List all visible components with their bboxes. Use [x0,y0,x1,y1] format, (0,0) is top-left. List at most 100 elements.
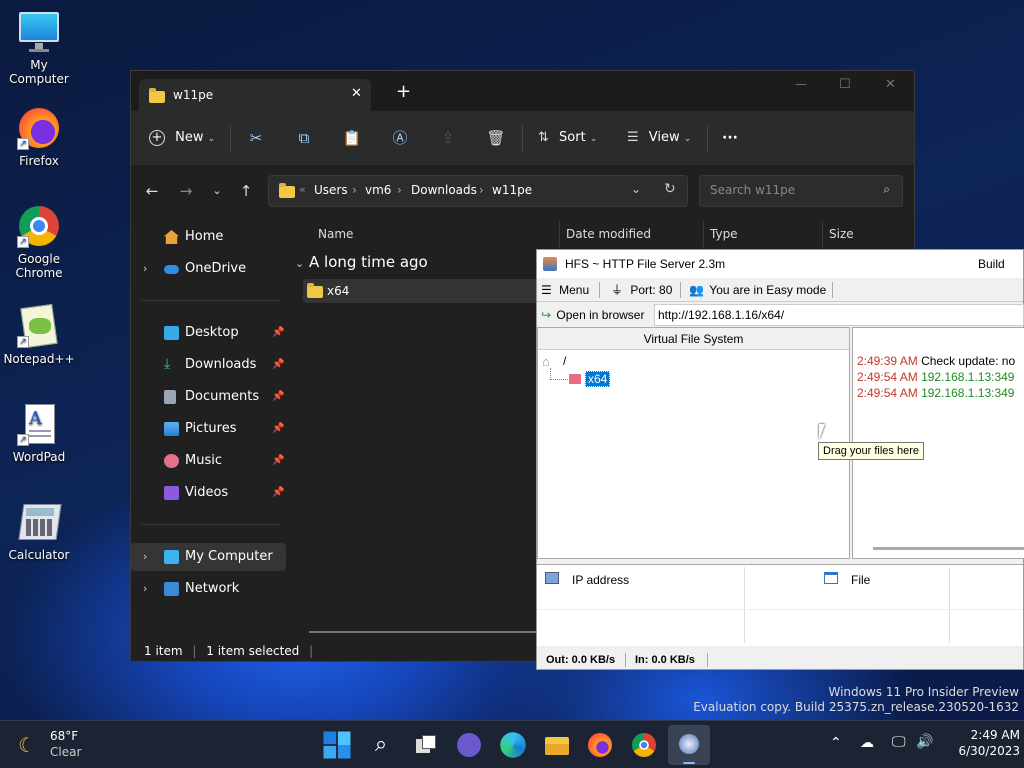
volume-icon[interactable]: 🔊 [916,734,933,750]
search-icon[interactable]: ⌕ [366,730,396,760]
horizontal-scrollbar[interactable] [309,631,539,633]
hfs-mode-button[interactable]: 👥 You are in Easy mode [689,278,826,302]
new-tab-button[interactable]: + [396,83,411,101]
firefox-icon: ↗ [17,106,61,150]
pin-icon[interactable]: 📌 [272,447,284,475]
sidebar-item-onedrive[interactable]: › OneDrive [131,255,286,283]
address-bar[interactable]: « Users › vm6 › Downloads › w11pe ⌄ ↻ [268,175,688,207]
view-button[interactable]: ☰ View ⌄ [627,125,697,151]
desktop-icon-calculator[interactable]: Calculator [0,500,78,562]
sidebar-item-network[interactable]: › Network [131,575,286,603]
group-header[interactable]: ⌄ A long time ago [295,253,428,271]
sidebar-item-home[interactable]: Home [131,223,286,251]
sidebar-item-documents[interactable]: Documents 📌 [131,383,286,411]
file-explorer-icon[interactable] [542,730,572,760]
expand-chevron-icon[interactable]: › [143,543,147,571]
column-header-date[interactable]: Date modified [566,221,651,247]
desktop-icon-firefox[interactable]: ↗ Firefox [0,106,78,168]
desktop-icon-label: Firefox [19,154,59,168]
maximize-button[interactable]: ☐ [839,77,851,92]
back-arrow-icon[interactable]: ← [140,179,164,203]
delete-icon[interactable]: 🗑 [486,128,506,148]
teams-chat-icon[interactable] [457,733,481,757]
desktop-icon-notepadpp[interactable]: ↗ Notepad++ [0,303,78,366]
pin-icon[interactable]: 📌 [272,479,284,507]
pin-icon[interactable]: 📌 [272,351,284,379]
tree-line [550,368,568,380]
column-header-size[interactable]: Size [829,221,854,247]
breadcrumb-w11pe[interactable]: w11pe [492,183,532,197]
sidebar-item-music[interactable]: Music 📌 [131,447,286,475]
expand-chevron-icon[interactable]: › [143,575,147,603]
breadcrumb-downloads[interactable]: Downloads [411,183,477,197]
breadcrumb-vm6[interactable]: vm6 [365,183,391,197]
hfs-menu-button[interactable]: ☰ Menu [541,278,589,302]
url-field[interactable]: http://192.168.1.16/x64/ [654,304,1024,326]
hfs-port-button[interactable]: ⏚ Port: 80 [611,278,672,302]
sidebar-label: Videos [185,485,229,500]
search-input[interactable]: Search w11pe ⌕ [699,175,903,207]
column-header-type[interactable]: Type [710,221,738,247]
breadcrumb-users[interactable]: Users [314,183,348,197]
column-header-name[interactable]: Name [318,221,353,247]
cloud-offline-icon[interactable]: ☁ [860,735,874,751]
network-monitor-icon[interactable]: 🖵 [892,734,906,750]
tab-title: w11pe [173,88,214,102]
column-header-ip[interactable]: IP address [572,573,629,587]
hfs-toolbar: ☰ Menu ⏚ Port: 80 👥 You are in Easy mode [537,278,1023,302]
new-button[interactable]: + New ⌄ [149,125,219,151]
open-browser-button[interactable]: ↪ Open in browser [541,303,644,327]
hfs-taskbar-icon[interactable] [668,725,710,765]
desktop-icon-my-computer[interactable]: My Computer [0,10,78,86]
sort-button[interactable]: ⇅ Sort ⌄ [538,125,608,151]
minimize-button[interactable]: — [795,77,807,91]
start-button[interactable] [323,731,351,759]
desktop-icon-wordpad[interactable]: A ↗ WordPad [0,402,78,464]
cut-icon[interactable]: ✂ [246,128,266,148]
more-options-button[interactable]: ··· [722,125,738,151]
edge-icon[interactable] [500,732,526,758]
rename-icon[interactable]: Ⓐ [390,128,410,148]
sidebar-item-downloads[interactable]: ⤓ Downloads 📌 [131,351,286,379]
firefox-icon[interactable] [588,733,612,757]
copy-icon[interactable]: ⧉ [294,128,314,148]
forward-arrow-icon[interactable]: → [174,179,198,203]
sidebar-item-videos[interactable]: Videos 📌 [131,479,286,507]
virtual-file-system-panel[interactable]: Virtual File System ⌂ / x64 [537,327,850,559]
weather-widget[interactable]: ☾ 68°F Clear [18,729,98,761]
sidebar-item-my-computer[interactable]: › My Computer [131,543,286,571]
close-button[interactable]: ✕ [885,77,896,92]
sidebar-label: My Computer [185,549,273,564]
tab-w11pe[interactable]: w11pe ✕ [139,79,371,111]
show-hidden-icons-chevron[interactable]: ⌃ [830,735,842,751]
task-view-icon[interactable] [411,730,441,760]
up-arrow-icon[interactable]: ↑ [234,179,258,203]
column-header-file[interactable]: File [851,573,870,587]
vfs-root[interactable]: / [563,354,566,368]
mouse-cursor-icon [819,424,825,440]
clock[interactable]: 2:49 AM 6/30/2023 [944,727,1020,759]
sidebar-item-pictures[interactable]: Pictures 📌 [131,415,286,443]
shortcut-arrow-icon: ↗ [17,236,29,248]
desktop-icon-label: WordPad [12,450,66,464]
expand-chevron-icon[interactable]: › [143,255,147,283]
selected-count: 1 item selected [206,644,300,658]
refresh-icon[interactable]: ↻ [664,181,676,197]
toolbar-divider [707,125,708,153]
address-dropdown-icon[interactable]: ⌄ [631,182,641,196]
pin-icon[interactable]: 📌 [272,319,284,347]
tab-close-icon[interactable]: ✕ [351,86,362,101]
recent-chevron-icon[interactable]: ⌄ [205,179,229,203]
desktop-icon-chrome[interactable]: ↗ Google Chrome [0,204,78,280]
pin-icon[interactable]: 📌 [272,415,284,443]
paste-icon[interactable]: 📋 [342,128,362,148]
log-horizontal-scrollbar[interactable] [873,547,1024,550]
vfs-folder-x64[interactable]: x64 [585,371,611,387]
chrome-icon[interactable] [632,733,656,757]
pin-icon[interactable]: 📌 [272,383,284,411]
status-divider: | [309,644,314,658]
folder-icon [149,88,165,103]
sidebar-item-desktop[interactable]: Desktop 📌 [131,319,286,347]
list-item[interactable]: x64 [303,279,543,303]
share-icon[interactable]: ⇪ [438,128,458,148]
